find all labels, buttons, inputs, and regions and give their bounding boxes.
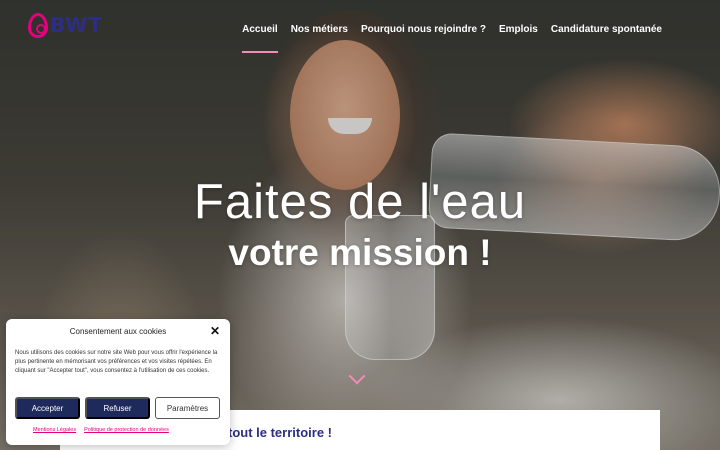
nav-item-nos-metiers[interactable]: Nos métiers: [291, 24, 348, 35]
cookie-banner-title: Consentement aux cookies: [69, 327, 167, 336]
cookie-buttons: Accepter Refuser Paramètres: [15, 397, 220, 419]
nav-item-pourquoi-nous-rejoindre[interactable]: Pourquoi nous rejoindre ?: [361, 24, 486, 35]
hero-title-line1: Faites de l'eau: [193, 175, 527, 229]
legal-notice-link[interactable]: Mentions Légales: [33, 427, 76, 433]
logo-text: BWT: [50, 13, 103, 37]
hero-title-line2: votre mission !: [228, 232, 492, 273]
cookie-links: Mentions Légales Politique de protection…: [33, 427, 169, 433]
refuse-cookies-button[interactable]: Refuser: [85, 397, 150, 419]
hero-title: Faites de l'eau votre mission !: [0, 174, 720, 274]
main-navigation: Accueil Nos métiers Pourquoi nous rejoin…: [242, 24, 662, 53]
nav-item-candidature-spontanee[interactable]: Candidature spontanée: [551, 24, 662, 35]
logo-drop-icon: [28, 12, 48, 38]
cookie-settings-button[interactable]: Paramètres: [155, 397, 220, 419]
privacy-policy-link[interactable]: Politique de protection de données: [84, 427, 169, 433]
close-icon[interactable]: ✕: [210, 325, 220, 337]
section-heading: tout le territoire !: [228, 425, 333, 440]
nav-item-emplois[interactable]: Emplois: [499, 24, 538, 35]
accept-cookies-button[interactable]: Accepter: [15, 397, 80, 419]
site-logo[interactable]: BWT: [28, 12, 103, 38]
cookie-consent-banner: Consentement aux cookies ✕ Nous utilison…: [6, 319, 230, 445]
nav-item-accueil[interactable]: Accueil: [242, 24, 278, 53]
cookie-banner-text: Nous utilisons des cookies sur notre sit…: [15, 350, 218, 374]
